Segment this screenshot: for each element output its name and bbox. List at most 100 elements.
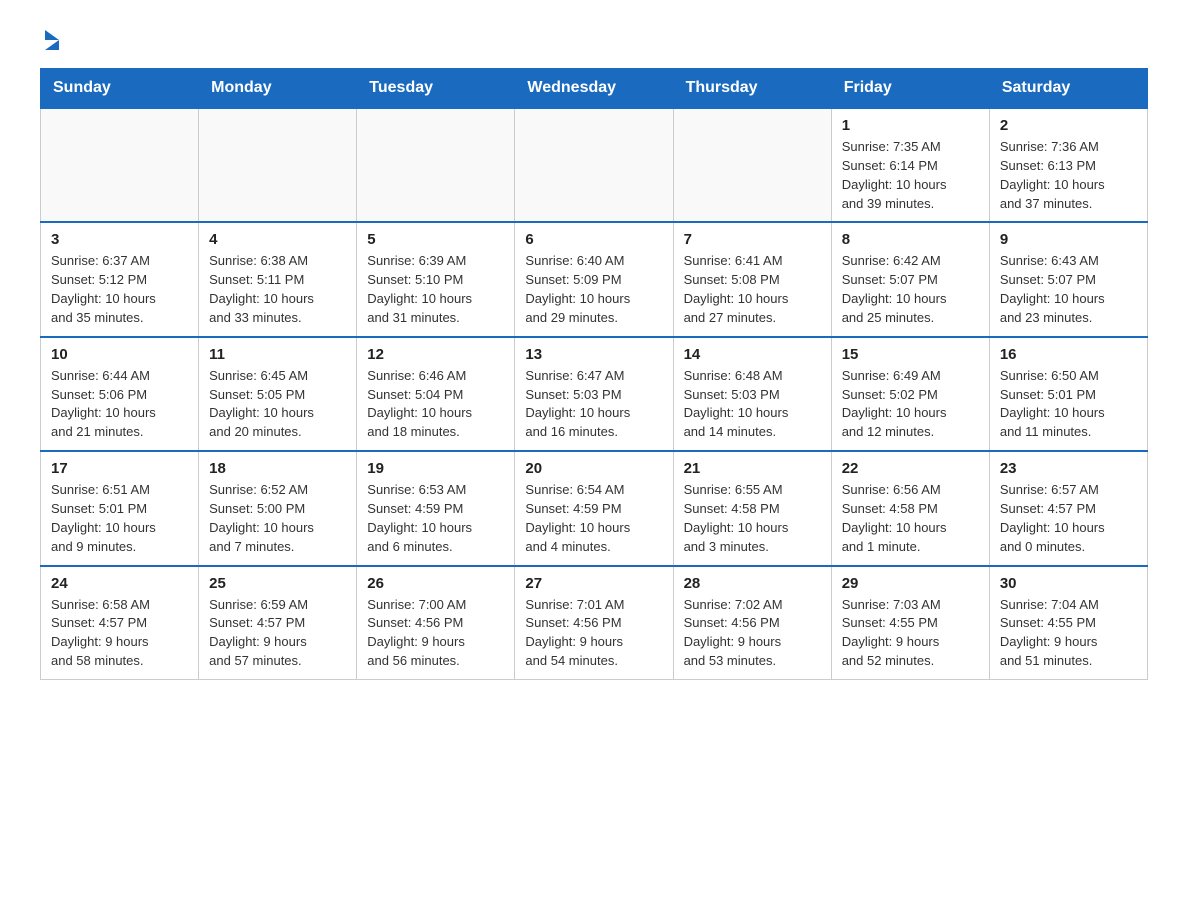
day-cell: 11Sunrise: 6:45 AM Sunset: 5:05 PM Dayli…	[199, 337, 357, 451]
day-info: Sunrise: 6:43 AM Sunset: 5:07 PM Dayligh…	[1000, 252, 1137, 327]
day-info: Sunrise: 7:36 AM Sunset: 6:13 PM Dayligh…	[1000, 138, 1137, 213]
day-cell: 29 Sunrise: 7:03 AM Sunset: 4:55 PM Dayli…	[831, 566, 989, 680]
day-cell	[199, 108, 357, 222]
day-cell: 20 Sunrise: 6:54 AM Sunset: 4:59 PM Dayli…	[515, 451, 673, 565]
week-row-5: 24Sunrise: 6:58 AM Sunset: 4:57 PM Dayli…	[41, 566, 1148, 680]
day-cell: 17 Sunrise: 6:51 AM Sunset: 5:01 PM Dayli…	[41, 451, 199, 565]
day-info: Sunrise: 6:59 AM Sunset: 4:57 PM Dayligh…	[209, 596, 346, 671]
day-number: 15	[842, 346, 979, 363]
column-header-monday: Monday	[199, 69, 357, 109]
page-header	[40, 30, 1148, 48]
day-number: 30	[1000, 575, 1137, 592]
day-number: 9	[1000, 231, 1137, 248]
column-header-friday: Friday	[831, 69, 989, 109]
day-number: 25	[209, 575, 346, 592]
logo	[40, 30, 59, 48]
day-cell: 9 Sunrise: 6:43 AM Sunset: 5:07 PM Daylig…	[989, 222, 1147, 336]
day-info: Sunrise: 6:44 AM Sunset: 5:06 PM Dayligh…	[51, 367, 188, 442]
day-cell: 23 Sunrise: 6:57 AM Sunset: 4:57 PM Dayli…	[989, 451, 1147, 565]
day-number: 16	[1000, 346, 1137, 363]
day-number: 13	[525, 346, 662, 363]
day-cell: 13 Sunrise: 6:47 AM Sunset: 5:03 PM Dayli…	[515, 337, 673, 451]
day-number: 24	[51, 575, 188, 592]
day-number: 22	[842, 460, 979, 477]
day-number: 8	[842, 231, 979, 248]
day-number: 12	[367, 346, 504, 363]
day-info: Sunrise: 7:04 AM Sunset: 4:55 PM Dayligh…	[1000, 596, 1137, 671]
day-number: 19	[367, 460, 504, 477]
day-cell: 26 Sunrise: 7:00 AM Sunset: 4:56 PM Dayli…	[357, 566, 515, 680]
day-cell: 16Sunrise: 6:50 AM Sunset: 5:01 PM Dayli…	[989, 337, 1147, 451]
day-info: Sunrise: 6:53 AM Sunset: 4:59 PM Dayligh…	[367, 481, 504, 556]
day-number: 21	[684, 460, 821, 477]
column-header-saturday: Saturday	[989, 69, 1147, 109]
day-cell: 6 Sunrise: 6:40 AM Sunset: 5:09 PM Daylig…	[515, 222, 673, 336]
day-info: Sunrise: 6:42 AM Sunset: 5:07 PM Dayligh…	[842, 252, 979, 327]
week-row-2: 3Sunrise: 6:37 AM Sunset: 5:12 PM Daylig…	[41, 222, 1148, 336]
day-cell: 2 Sunrise: 7:36 AM Sunset: 6:13 PM Daylig…	[989, 108, 1147, 222]
day-number: 20	[525, 460, 662, 477]
day-cell	[673, 108, 831, 222]
day-cell	[357, 108, 515, 222]
day-cell: 24Sunrise: 6:58 AM Sunset: 4:57 PM Dayli…	[41, 566, 199, 680]
day-number: 26	[367, 575, 504, 592]
day-number: 11	[209, 346, 346, 363]
day-info: Sunrise: 6:47 AM Sunset: 5:03 PM Dayligh…	[525, 367, 662, 442]
column-header-sunday: Sunday	[41, 69, 199, 109]
day-number: 4	[209, 231, 346, 248]
day-info: Sunrise: 6:46 AM Sunset: 5:04 PM Dayligh…	[367, 367, 504, 442]
day-info: Sunrise: 6:55 AM Sunset: 4:58 PM Dayligh…	[684, 481, 821, 556]
column-header-tuesday: Tuesday	[357, 69, 515, 109]
day-info: Sunrise: 6:54 AM Sunset: 4:59 PM Dayligh…	[525, 481, 662, 556]
day-cell: 15Sunrise: 6:49 AM Sunset: 5:02 PM Dayli…	[831, 337, 989, 451]
day-number: 18	[209, 460, 346, 477]
day-number: 28	[684, 575, 821, 592]
day-info: Sunrise: 6:48 AM Sunset: 5:03 PM Dayligh…	[684, 367, 821, 442]
calendar-table: SundayMondayTuesdayWednesdayThursdayFrid…	[40, 68, 1148, 680]
day-info: Sunrise: 6:51 AM Sunset: 5:01 PM Dayligh…	[51, 481, 188, 556]
day-header-row: SundayMondayTuesdayWednesdayThursdayFrid…	[41, 69, 1148, 109]
day-number: 7	[684, 231, 821, 248]
day-number: 23	[1000, 460, 1137, 477]
day-info: Sunrise: 7:35 AM Sunset: 6:14 PM Dayligh…	[842, 138, 979, 213]
day-cell: 14 Sunrise: 6:48 AM Sunset: 5:03 PM Dayli…	[673, 337, 831, 451]
day-cell: 21 Sunrise: 6:55 AM Sunset: 4:58 PM Dayli…	[673, 451, 831, 565]
day-cell: 22Sunrise: 6:56 AM Sunset: 4:58 PM Dayli…	[831, 451, 989, 565]
day-number: 29	[842, 575, 979, 592]
week-row-3: 10 Sunrise: 6:44 AM Sunset: 5:06 PM Dayli…	[41, 337, 1148, 451]
day-number: 3	[51, 231, 188, 248]
day-cell	[515, 108, 673, 222]
day-cell: 4 Sunrise: 6:38 AM Sunset: 5:11 PM Daylig…	[199, 222, 357, 336]
day-info: Sunrise: 6:52 AM Sunset: 5:00 PM Dayligh…	[209, 481, 346, 556]
day-info: Sunrise: 6:38 AM Sunset: 5:11 PM Dayligh…	[209, 252, 346, 327]
day-cell: 1Sunrise: 7:35 AM Sunset: 6:14 PM Daylig…	[831, 108, 989, 222]
day-number: 5	[367, 231, 504, 248]
day-number: 14	[684, 346, 821, 363]
day-number: 2	[1000, 117, 1137, 134]
column-header-wednesday: Wednesday	[515, 69, 673, 109]
day-cell: 19 Sunrise: 6:53 AM Sunset: 4:59 PM Dayli…	[357, 451, 515, 565]
day-cell: 8 Sunrise: 6:42 AM Sunset: 5:07 PM Daylig…	[831, 222, 989, 336]
day-number: 17	[51, 460, 188, 477]
day-cell	[41, 108, 199, 222]
day-info: Sunrise: 6:41 AM Sunset: 5:08 PM Dayligh…	[684, 252, 821, 327]
day-cell: 30 Sunrise: 7:04 AM Sunset: 4:55 PM Dayli…	[989, 566, 1147, 680]
day-info: Sunrise: 7:00 AM Sunset: 4:56 PM Dayligh…	[367, 596, 504, 671]
day-info: Sunrise: 7:02 AM Sunset: 4:56 PM Dayligh…	[684, 596, 821, 671]
day-cell: 25 Sunrise: 6:59 AM Sunset: 4:57 PM Dayli…	[199, 566, 357, 680]
day-cell: 12 Sunrise: 6:46 AM Sunset: 5:04 PM Dayli…	[357, 337, 515, 451]
day-number: 10	[51, 346, 188, 363]
day-info: Sunrise: 6:57 AM Sunset: 4:57 PM Dayligh…	[1000, 481, 1137, 556]
day-number: 6	[525, 231, 662, 248]
day-info: Sunrise: 6:39 AM Sunset: 5:10 PM Dayligh…	[367, 252, 504, 327]
week-row-4: 17 Sunrise: 6:51 AM Sunset: 5:01 PM Dayli…	[41, 451, 1148, 565]
day-cell: 10 Sunrise: 6:44 AM Sunset: 5:06 PM Dayli…	[41, 337, 199, 451]
day-cell: 27Sunrise: 7:01 AM Sunset: 4:56 PM Dayli…	[515, 566, 673, 680]
day-cell: 5 Sunrise: 6:39 AM Sunset: 5:10 PM Daylig…	[357, 222, 515, 336]
day-cell: 18 Sunrise: 6:52 AM Sunset: 5:00 PM Dayli…	[199, 451, 357, 565]
week-row-1: 1Sunrise: 7:35 AM Sunset: 6:14 PM Daylig…	[41, 108, 1148, 222]
day-number: 27	[525, 575, 662, 592]
day-cell: 3Sunrise: 6:37 AM Sunset: 5:12 PM Daylig…	[41, 222, 199, 336]
day-info: Sunrise: 7:03 AM Sunset: 4:55 PM Dayligh…	[842, 596, 979, 671]
day-info: Sunrise: 6:40 AM Sunset: 5:09 PM Dayligh…	[525, 252, 662, 327]
